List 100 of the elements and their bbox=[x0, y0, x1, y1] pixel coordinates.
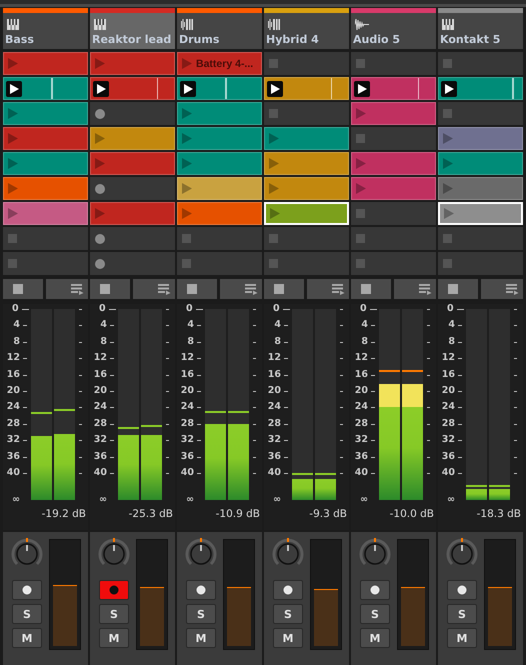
clip[interactable] bbox=[177, 102, 262, 125]
mute-button[interactable]: M bbox=[360, 628, 390, 648]
record-icon[interactable] bbox=[22, 585, 32, 595]
record-icon[interactable] bbox=[283, 585, 293, 595]
mute-button[interactable]: M bbox=[447, 628, 477, 648]
record-icon[interactable] bbox=[196, 585, 206, 595]
mute-button[interactable]: M bbox=[12, 628, 42, 648]
record-slot-icon[interactable] bbox=[95, 234, 105, 244]
empty-slot[interactable] bbox=[90, 252, 175, 275]
record-arm-button[interactable] bbox=[273, 580, 303, 600]
empty-slot[interactable] bbox=[177, 252, 262, 275]
menu-button[interactable] bbox=[132, 279, 175, 299]
stop-button[interactable] bbox=[90, 279, 130, 299]
play-icon[interactable] bbox=[354, 80, 370, 96]
mute-button[interactable]: M bbox=[273, 628, 303, 648]
play-icon[interactable] bbox=[6, 80, 22, 96]
clip[interactable] bbox=[264, 77, 349, 100]
clip[interactable] bbox=[177, 177, 262, 200]
volume-fader[interactable] bbox=[136, 539, 168, 650]
clip[interactable] bbox=[3, 102, 88, 125]
clip[interactable] bbox=[177, 127, 262, 150]
clip[interactable] bbox=[264, 202, 349, 225]
record-icon[interactable] bbox=[109, 585, 119, 595]
stop-button[interactable] bbox=[438, 279, 478, 299]
clip[interactable] bbox=[3, 152, 88, 175]
empty-slot[interactable] bbox=[3, 252, 88, 275]
empty-slot[interactable] bbox=[351, 252, 436, 275]
stop-button[interactable] bbox=[351, 279, 391, 299]
clip[interactable] bbox=[438, 152, 523, 175]
menu-button[interactable] bbox=[394, 279, 436, 299]
menu-icon[interactable] bbox=[245, 284, 258, 294]
mute-button[interactable]: M bbox=[186, 628, 216, 648]
clip[interactable] bbox=[90, 52, 175, 75]
empty-slot[interactable] bbox=[90, 102, 175, 125]
volume-fader[interactable] bbox=[223, 539, 255, 650]
clip[interactable] bbox=[3, 177, 88, 200]
track-header[interactable]: Bass bbox=[3, 8, 88, 49]
clip[interactable] bbox=[351, 102, 436, 125]
solo-button[interactable]: S bbox=[360, 604, 390, 624]
record-arm-button[interactable] bbox=[186, 580, 216, 600]
clip[interactable] bbox=[351, 77, 436, 100]
solo-button[interactable]: S bbox=[99, 604, 129, 624]
play-icon[interactable] bbox=[441, 80, 457, 96]
solo-button[interactable]: S bbox=[273, 604, 303, 624]
clip[interactable] bbox=[3, 77, 88, 100]
record-arm-button[interactable] bbox=[360, 580, 390, 600]
menu-button[interactable] bbox=[220, 279, 262, 299]
play-icon[interactable] bbox=[267, 80, 283, 96]
clip[interactable] bbox=[90, 202, 175, 225]
clip[interactable] bbox=[264, 152, 349, 175]
record-slot-icon[interactable] bbox=[95, 184, 105, 194]
solo-button[interactable]: S bbox=[186, 604, 216, 624]
clip[interactable] bbox=[264, 127, 349, 150]
volume-fader[interactable] bbox=[397, 539, 429, 650]
clip[interactable] bbox=[438, 77, 523, 100]
play-icon[interactable] bbox=[93, 80, 109, 96]
clip[interactable] bbox=[177, 152, 262, 175]
clip[interactable] bbox=[90, 152, 175, 175]
empty-slot[interactable] bbox=[90, 177, 175, 200]
record-slot-icon[interactable] bbox=[95, 258, 105, 268]
clip[interactable] bbox=[177, 77, 262, 100]
clip[interactable] bbox=[177, 202, 262, 225]
menu-button[interactable] bbox=[480, 279, 523, 299]
record-slot-icon[interactable] bbox=[95, 108, 105, 118]
stop-button[interactable] bbox=[264, 279, 304, 299]
track-header[interactable]: Reaktor lead bbox=[90, 8, 175, 49]
track-header[interactable]: Kontakt 5 bbox=[438, 8, 523, 49]
mute-button[interactable]: M bbox=[99, 628, 129, 648]
menu-icon[interactable] bbox=[506, 284, 519, 294]
record-icon[interactable] bbox=[370, 585, 380, 595]
solo-button[interactable]: S bbox=[12, 604, 42, 624]
clip[interactable] bbox=[3, 127, 88, 150]
menu-icon[interactable] bbox=[71, 284, 84, 294]
empty-slot[interactable] bbox=[438, 252, 523, 275]
clip[interactable] bbox=[438, 177, 523, 200]
volume-fader[interactable] bbox=[484, 539, 516, 650]
record-arm-button[interactable] bbox=[12, 580, 42, 600]
clip[interactable] bbox=[3, 52, 88, 75]
clip[interactable] bbox=[438, 127, 523, 150]
menu-icon[interactable] bbox=[158, 284, 171, 294]
clip[interactable] bbox=[90, 77, 175, 100]
track-header[interactable]: Audio 5 bbox=[351, 8, 436, 49]
empty-slot[interactable] bbox=[90, 227, 175, 250]
play-icon[interactable] bbox=[180, 80, 196, 96]
stop-button[interactable] bbox=[177, 279, 217, 299]
menu-button[interactable] bbox=[46, 279, 88, 299]
clip[interactable] bbox=[264, 177, 349, 200]
clip[interactable] bbox=[3, 202, 88, 225]
empty-slot[interactable] bbox=[351, 127, 436, 150]
empty-slot[interactable] bbox=[3, 227, 88, 250]
track-header[interactable]: Hybrid 4 bbox=[264, 8, 349, 49]
clip[interactable] bbox=[351, 177, 436, 200]
solo-button[interactable]: S bbox=[447, 604, 477, 624]
track-header[interactable]: Drums bbox=[177, 8, 262, 49]
clip[interactable] bbox=[90, 127, 175, 150]
menu-icon[interactable] bbox=[332, 284, 345, 294]
record-icon[interactable] bbox=[457, 585, 467, 595]
empty-slot[interactable] bbox=[264, 252, 349, 275]
volume-fader[interactable] bbox=[49, 539, 81, 650]
volume-fader[interactable] bbox=[310, 539, 342, 650]
